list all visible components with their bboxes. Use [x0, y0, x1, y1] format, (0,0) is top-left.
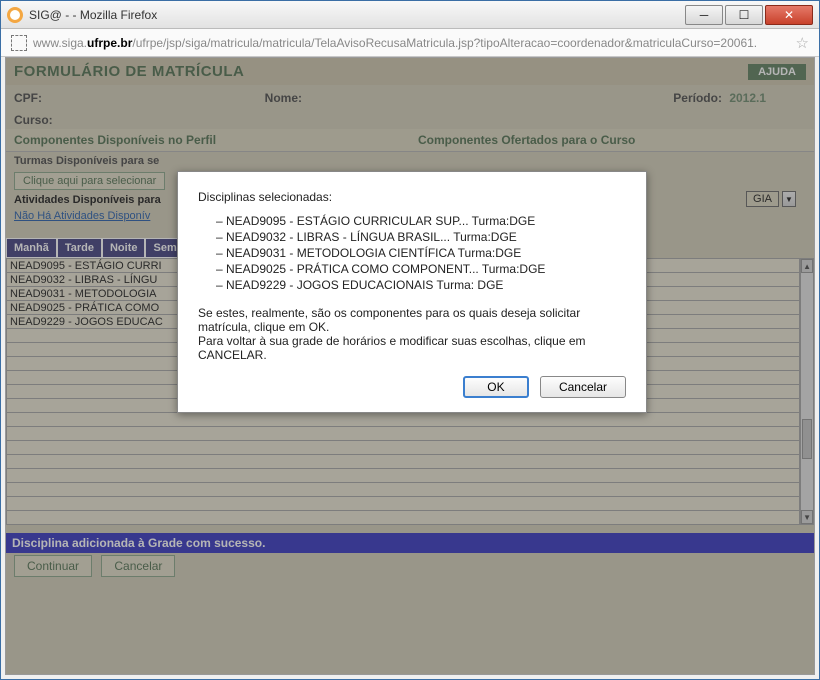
url-path: /ufrpe/jsp/siga/matricula/matricula/Tela…: [132, 36, 757, 50]
window-controls: ─ ☐ ✕: [685, 5, 813, 25]
url-field[interactable]: www.siga.ufrpe.br/ufrpe/jsp/siga/matricu…: [33, 36, 790, 50]
firefox-icon: [7, 7, 23, 23]
url-bar: www.siga.ufrpe.br/ufrpe/jsp/siga/matricu…: [1, 29, 819, 57]
confirm-dialog: Disciplinas selecionadas: NEAD9095 - EST…: [177, 171, 647, 413]
close-button[interactable]: ✕: [765, 5, 813, 25]
dialog-text-2: Para voltar à sua grade de horários e mo…: [198, 334, 626, 362]
url-prefix: www.siga.: [33, 36, 87, 50]
window-title: SIG@ - - Mozilla Firefox: [29, 8, 685, 22]
titlebar: SIG@ - - Mozilla Firefox ─ ☐ ✕: [1, 1, 819, 29]
dialog-buttons: OK Cancelar: [198, 376, 626, 398]
cancel-button[interactable]: Cancelar: [540, 376, 626, 398]
list-item: NEAD9095 - ESTÁGIO CURRICULAR SUP... Tur…: [216, 214, 626, 228]
maximize-button[interactable]: ☐: [725, 5, 763, 25]
dialog-heading: Disciplinas selecionadas:: [198, 190, 626, 204]
url-domain: ufrpe.br: [87, 36, 132, 50]
selected-list: NEAD9095 - ESTÁGIO CURRICULAR SUP... Tur…: [216, 214, 626, 292]
list-item: NEAD9032 - LIBRAS - LÍNGUA BRASIL... Tur…: [216, 230, 626, 244]
firefox-window: SIG@ - - Mozilla Firefox ─ ☐ ✕ www.siga.…: [0, 0, 820, 680]
dialog-text-1: Se estes, realmente, são os componentes …: [198, 306, 626, 334]
list-item: NEAD9031 - METODOLOGIA CIENTÍFICA Turma:…: [216, 246, 626, 260]
list-item: NEAD9025 - PRÁTICA COMO COMPONENT... Tur…: [216, 262, 626, 276]
ok-button[interactable]: OK: [463, 376, 528, 398]
identity-icon[interactable]: [11, 35, 27, 51]
minimize-button[interactable]: ─: [685, 5, 723, 25]
bookmark-icon[interactable]: ☆: [796, 34, 809, 52]
list-item: NEAD9229 - JOGOS EDUCACIONAIS Turma: DGE: [216, 278, 626, 292]
